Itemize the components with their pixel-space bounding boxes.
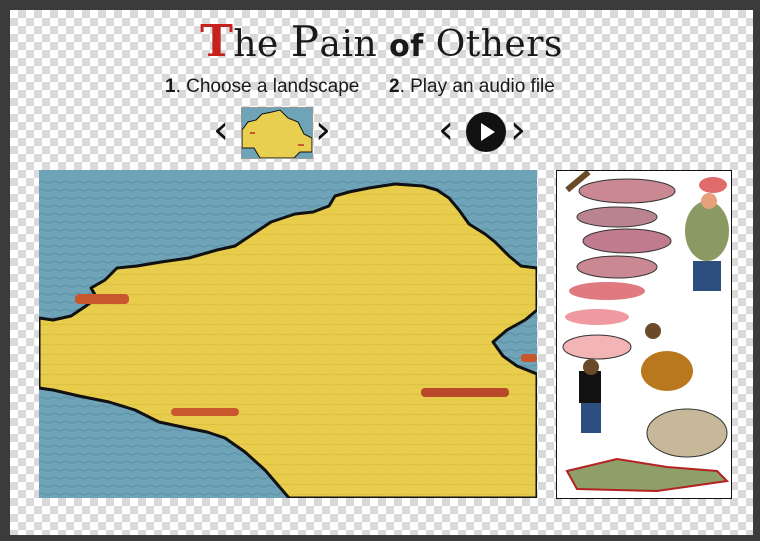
title-t-initial: T	[200, 16, 234, 67]
title-t-rest: he	[233, 24, 291, 65]
audio-next-button[interactable]: ›	[510, 110, 526, 150]
page-title: The Pain of Others	[10, 16, 753, 67]
chevron-right-icon: ›	[315, 107, 331, 153]
landscape-prev-button[interactable]: ‹	[213, 110, 229, 150]
audio-prev-button[interactable]: ‹	[438, 110, 454, 150]
step-2-number: 2	[389, 76, 400, 97]
chevron-left-icon: ‹	[213, 107, 229, 153]
landscape-thumbnail[interactable]	[241, 107, 313, 159]
landscape-image	[39, 170, 537, 498]
title-p-rest: ain	[319, 24, 390, 65]
chevron-right-icon: ›	[510, 107, 526, 153]
step-2-text: . Play an audio file	[399, 76, 555, 97]
chevron-left-icon: ‹	[438, 107, 454, 153]
step-1-text: . Choose a landscape	[175, 76, 360, 97]
step-1-label: 1. Choose a landscape	[165, 76, 359, 98]
play-button[interactable]	[466, 112, 506, 152]
title-of: of	[389, 29, 424, 64]
title-others: Others	[423, 24, 563, 65]
collage-image	[556, 170, 732, 499]
collage-painting	[557, 171, 731, 498]
step-2-label: 2. Play an audio file	[389, 76, 555, 98]
title-p-initial: P	[290, 17, 320, 66]
canvas: The Pain of Others 1. Choose a landscape…	[10, 10, 753, 535]
landscape-painting	[39, 170, 537, 498]
step-1-number: 1	[165, 76, 176, 97]
landscape-thumbnail-image	[242, 108, 312, 158]
landscape-next-button[interactable]: ›	[315, 110, 331, 150]
